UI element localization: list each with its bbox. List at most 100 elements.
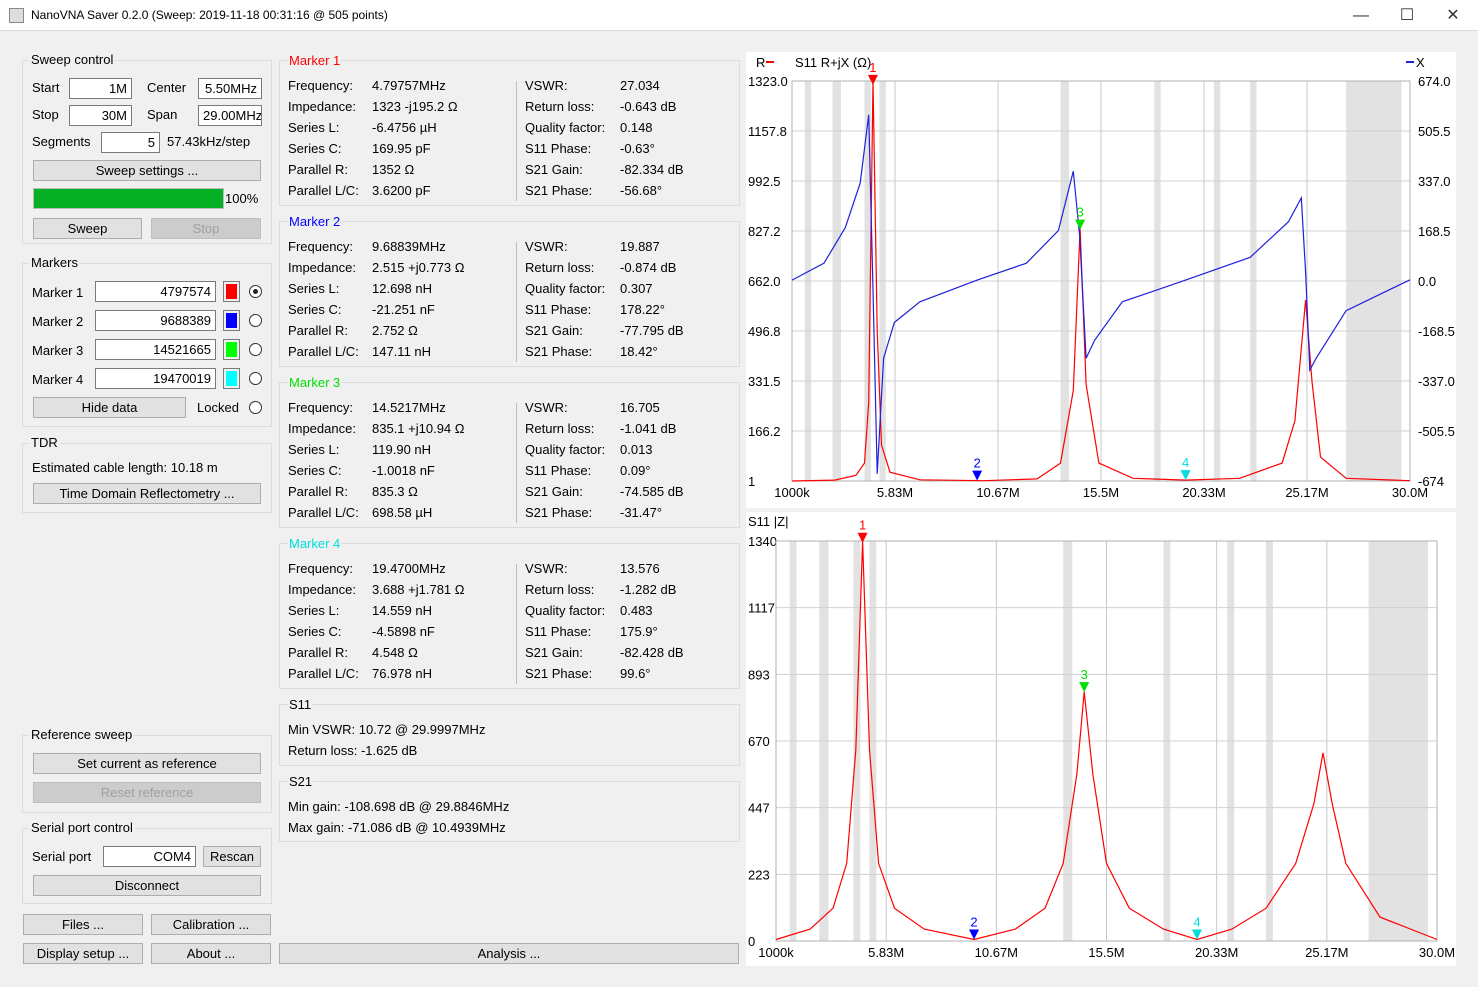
field-label: Parallel L/C: bbox=[288, 666, 359, 681]
reset-reference-button[interactable]: Reset reference bbox=[33, 782, 261, 803]
marker-info-panel: Marker 4 Frequency: 19.4700MHz Impedance: 3.… bbox=[279, 536, 740, 689]
field-value: 2.752 Ω bbox=[372, 323, 418, 338]
analysis-button[interactable]: Analysis ... bbox=[279, 943, 739, 964]
marker-color-button[interactable] bbox=[223, 281, 240, 302]
tdr-button[interactable]: Time Domain Reflectometry ... bbox=[33, 483, 261, 504]
y-right-tick-label: -337.0 bbox=[1418, 374, 1455, 389]
field-label: Series L: bbox=[288, 281, 340, 296]
display-setup-button[interactable]: Display setup ... bbox=[23, 943, 143, 964]
marker-color-button[interactable] bbox=[223, 339, 240, 360]
span-input[interactable]: 29.00MHz bbox=[198, 105, 262, 126]
tdr-title: TDR bbox=[29, 435, 60, 450]
field-label: Series C: bbox=[288, 141, 342, 156]
legend-r-label: R bbox=[756, 55, 765, 70]
maximize-button[interactable]: ☐ bbox=[1384, 0, 1430, 31]
set-reference-button[interactable]: Set current as reference bbox=[33, 753, 261, 774]
marker-number: 2 bbox=[970, 914, 977, 929]
about-button[interactable]: About ... bbox=[151, 943, 271, 964]
minimize-button[interactable]: — bbox=[1338, 0, 1384, 31]
field-value: -1.282 dB bbox=[620, 582, 677, 597]
chart-z-magnitude[interactable]: S11 |Z| 1000k 5.83M 10.67M 15.5M 20.33M 25.17M… bbox=[746, 512, 1456, 966]
field-value: 178.22° bbox=[620, 302, 665, 317]
y-tick-label: 1340 bbox=[748, 534, 777, 549]
x-tick-label: 1000k bbox=[774, 485, 810, 500]
s21-summary: S21 Min gain: -108.698 dB @ 29.8846MHz M… bbox=[279, 774, 740, 842]
marker-color-button[interactable] bbox=[223, 368, 240, 389]
start-input[interactable]: 1M bbox=[69, 78, 132, 99]
field-value: 14.559 nH bbox=[372, 603, 432, 618]
locked-checkbox[interactable] bbox=[249, 401, 262, 414]
sweep-button[interactable]: Sweep bbox=[33, 218, 142, 239]
marker-frequency-input[interactable]: 9688389 bbox=[95, 310, 216, 331]
field-label: VSWR: bbox=[525, 78, 568, 93]
disconnect-button[interactable]: Disconnect bbox=[33, 875, 261, 896]
sweep-settings-button[interactable]: Sweep settings ... bbox=[33, 160, 261, 181]
field-label: S21 Phase: bbox=[525, 505, 593, 520]
y-tick-label: 893 bbox=[748, 667, 770, 682]
field-label: S21 Phase: bbox=[525, 344, 593, 359]
field-value: 835.1 +j10.94 Ω bbox=[372, 421, 465, 436]
marker-color-button[interactable] bbox=[223, 310, 240, 331]
field-label: S21 Gain: bbox=[525, 162, 583, 177]
column-divider bbox=[516, 81, 517, 201]
field-label: S11 Phase: bbox=[525, 141, 592, 156]
field-label: Quality factor: bbox=[525, 442, 606, 457]
chart-title: S11 R+jX (Ω) bbox=[795, 55, 871, 70]
field-label: VSWR: bbox=[525, 239, 568, 254]
chart-title: S11 |Z| bbox=[748, 514, 788, 529]
marker-frequency-input[interactable]: 4797574 bbox=[95, 281, 216, 302]
chart-r-jx[interactable]: R S11 R+jX (Ω) X 1000k 5.83M 10.67M 15.5M 20.33… bbox=[746, 52, 1456, 508]
field-label: Quality factor: bbox=[525, 603, 606, 618]
stop-button[interactable]: Stop bbox=[151, 218, 261, 239]
marker-label: Marker 2 bbox=[32, 314, 84, 329]
y-tick-label: 1157.8 bbox=[748, 124, 787, 139]
field-label: Frequency: bbox=[288, 78, 354, 93]
y-tick-label: 331.5 bbox=[748, 374, 781, 389]
progress-fill bbox=[34, 189, 223, 208]
segments-input[interactable]: 5 bbox=[101, 132, 160, 153]
y-tick-label: 1323.0 bbox=[748, 74, 788, 89]
window-title: NanoVNA Saver 0.2.0 (Sweep: 2019-11-18 0… bbox=[31, 8, 388, 22]
field-label: S21 Phase: bbox=[525, 666, 593, 681]
marker-select-radio[interactable] bbox=[249, 343, 262, 356]
y-tick-label: 827.2 bbox=[748, 224, 781, 239]
y-tick-label: 992.5 bbox=[748, 174, 781, 189]
y-right-tick-label: 505.5 bbox=[1418, 124, 1451, 139]
field-value: 1323 -j195.2 Ω bbox=[372, 99, 458, 114]
x-tick-label: 20.33M bbox=[1182, 485, 1225, 500]
x-tick-label: 15.5M bbox=[1083, 485, 1119, 500]
y-right-tick-label: 168.5 bbox=[1418, 224, 1451, 239]
field-value: 175.9° bbox=[620, 624, 658, 639]
field-value: 13.576 bbox=[620, 561, 660, 576]
reference-title: Reference sweep bbox=[29, 727, 135, 742]
app-icon bbox=[9, 8, 24, 23]
markers-title: Markers bbox=[29, 255, 80, 270]
close-button[interactable]: ✕ bbox=[1430, 0, 1476, 31]
rescan-button[interactable]: Rescan bbox=[203, 846, 261, 867]
marker-number: 2 bbox=[974, 456, 981, 471]
field-label: Parallel L/C: bbox=[288, 505, 359, 520]
files-button[interactable]: Files ... bbox=[23, 914, 143, 935]
marker-select-radio[interactable] bbox=[249, 285, 262, 298]
field-label: VSWR: bbox=[525, 400, 568, 415]
field-value: 2.515 +j0.773 Ω bbox=[372, 260, 465, 275]
field-label: VSWR: bbox=[525, 561, 568, 576]
field-value: 14.5217MHz bbox=[372, 400, 446, 415]
hide-data-button[interactable]: Hide data bbox=[33, 397, 186, 418]
serial-port-input[interactable]: COM4 bbox=[103, 846, 196, 867]
marker-select-radio[interactable] bbox=[249, 372, 262, 385]
field-label: S11 Phase: bbox=[525, 463, 592, 478]
y-right-tick-label: -168.5 bbox=[1418, 324, 1455, 339]
marker-select-radio[interactable] bbox=[249, 314, 262, 327]
field-label: S21 Gain: bbox=[525, 323, 583, 338]
calibration-button[interactable]: Calibration ... bbox=[151, 914, 271, 935]
serial-title: Serial port control bbox=[29, 820, 135, 835]
sweep-control-title: Sweep control bbox=[29, 52, 116, 67]
marker-frequency-input[interactable]: 19470019 bbox=[95, 368, 216, 389]
marker-frequency-input[interactable]: 14521665 bbox=[95, 339, 216, 360]
center-input[interactable]: 5.50MHz bbox=[198, 78, 262, 99]
field-value: -21.251 nF bbox=[372, 302, 435, 317]
field-value: 0.483 bbox=[620, 603, 653, 618]
x-tick-label: 15.5M bbox=[1088, 945, 1124, 960]
stop-input[interactable]: 30M bbox=[69, 105, 132, 126]
